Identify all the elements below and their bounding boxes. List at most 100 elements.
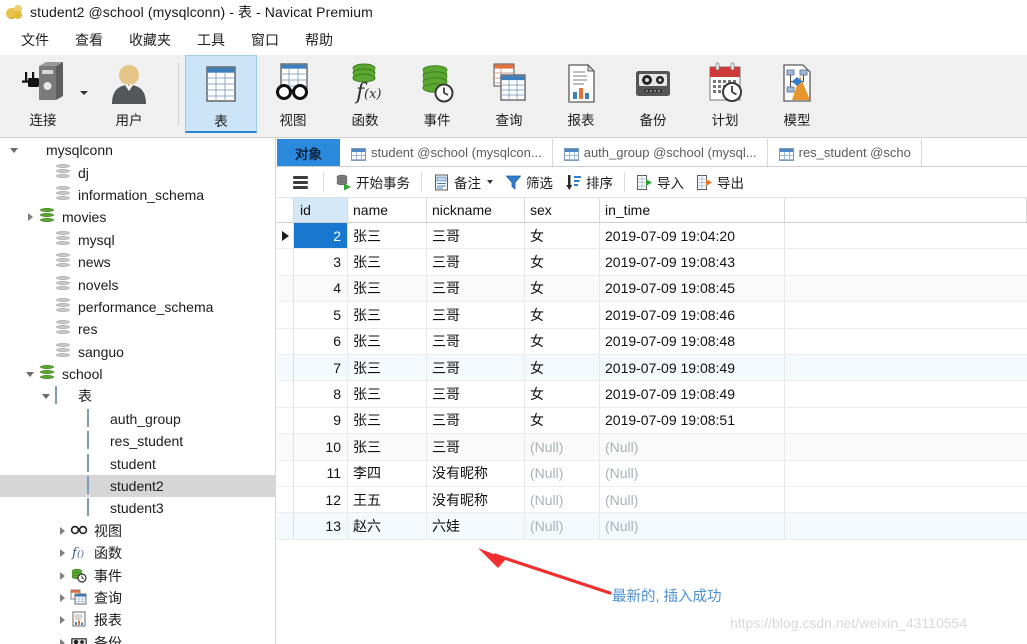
sort-button[interactable]: 排序: [559, 170, 619, 194]
chevron-right-icon[interactable]: [54, 609, 70, 631]
row-marker-cell[interactable]: [277, 381, 294, 407]
table-row[interactable]: 11 李四 没有昵称 (Null) (Null): [277, 460, 1027, 487]
cell-id[interactable]: 12: [294, 486, 348, 513]
row-marker-cell[interactable]: [277, 486, 294, 513]
cell-id[interactable]: 11: [294, 460, 348, 486]
ribbon-function[interactable]: f (x) 函数: [329, 55, 401, 133]
menu-tools[interactable]: 工具: [184, 27, 238, 53]
row-marker-cell[interactable]: [277, 302, 294, 328]
row-marker-cell[interactable]: [277, 407, 294, 434]
cell-nickname[interactable]: 没有昵称: [427, 486, 525, 513]
note-button[interactable]: 备注: [427, 170, 499, 194]
cell-sex[interactable]: 女: [525, 381, 600, 407]
table-row[interactable]: 2 张三 三哥女 2019-07-09 19:04:20: [277, 223, 1027, 250]
row-marker-cell[interactable]: [277, 434, 294, 460]
row-marker-cell[interactable]: [277, 249, 294, 275]
sidebar-item-mysqlconn[interactable]: mysqlconn: [0, 139, 275, 161]
tab-auth-group[interactable]: auth_group @school (mysql...: [553, 139, 768, 166]
cell-in-time[interactable]: 2019-07-09 19:08:49: [600, 354, 785, 381]
chevron-right-icon[interactable]: [54, 587, 70, 609]
cell-nickname[interactable]: 三哥: [427, 328, 525, 354]
sidebar-item-res[interactable]: res: [0, 318, 275, 340]
cell-id[interactable]: 8: [294, 381, 348, 407]
cell-name[interactable]: 张三: [348, 249, 427, 275]
sidebar-item-movies[interactable]: movies: [0, 206, 275, 228]
cell-name[interactable]: 王五: [348, 486, 427, 513]
ribbon-event[interactable]: 事件: [401, 55, 473, 133]
sidebar-item-school[interactable]: school: [0, 363, 275, 385]
cell-nickname[interactable]: 三哥: [427, 302, 525, 328]
cell-name[interactable]: 张三: [348, 328, 427, 354]
chevron-right-icon[interactable]: [54, 565, 70, 587]
chevron-down-icon[interactable]: [38, 385, 54, 407]
data-grid[interactable]: id name nickname sex in_time 2 张三 三哥女 2019-…: [277, 198, 1027, 540]
cell-nickname[interactable]: 三哥: [427, 223, 525, 249]
sidebar-item-dj[interactable]: dj: [0, 161, 275, 183]
row-marker-cell[interactable]: [277, 460, 294, 486]
chevron-right-icon[interactable]: [22, 206, 38, 228]
cell-in-time[interactable]: (Null): [600, 486, 785, 513]
row-marker-cell[interactable]: [277, 275, 294, 302]
export-button[interactable]: 导出: [690, 170, 750, 194]
cell-id[interactable]: 10: [294, 434, 348, 460]
ribbon-model[interactable]: 模型: [761, 55, 833, 133]
row-marker-cell[interactable]: [277, 513, 294, 539]
cell-nickname[interactable]: 六娃: [427, 513, 525, 539]
cell-id[interactable]: 6: [294, 328, 348, 354]
filter-button[interactable]: 筛选: [499, 170, 559, 194]
table-row[interactable]: 3 张三 三哥女 2019-07-09 19:08:43: [277, 249, 1027, 276]
column-header-sex[interactable]: sex: [525, 198, 600, 222]
table-row[interactable]: 7 张三 三哥女 2019-07-09 19:08:49: [277, 354, 1027, 382]
sidebar-item--[interactable]: 报表: [0, 609, 275, 631]
sidebar-item--[interactable]: 事件: [0, 564, 275, 586]
table-row[interactable]: 9 张三 三哥女 2019-07-09 19:08:51: [277, 407, 1027, 435]
cell-sex[interactable]: 女: [525, 354, 600, 381]
cell-in-time[interactable]: (Null): [600, 460, 785, 486]
row-marker-cell[interactable]: [277, 354, 294, 381]
menu-file[interactable]: 文件: [8, 27, 62, 53]
chevron-down-icon[interactable]: [487, 180, 493, 184]
cell-nickname[interactable]: 三哥: [427, 354, 525, 381]
cell-name[interactable]: 张三: [348, 381, 427, 407]
ribbon-schedule[interactable]: 计划: [689, 55, 761, 133]
cell-nickname[interactable]: 三哥: [427, 275, 525, 302]
sidebar-item-information_schema[interactable]: information_schema: [0, 184, 275, 206]
cell-id[interactable]: 5: [294, 302, 348, 328]
sidebar-item--[interactable]: f() 函数: [0, 542, 275, 564]
cell-sex[interactable]: (Null): [525, 513, 600, 539]
tab-res-student[interactable]: res_student @scho: [768, 139, 922, 166]
cell-nickname[interactable]: 三哥: [427, 434, 525, 460]
cell-sex[interactable]: 女: [525, 223, 600, 249]
table-row[interactable]: 6 张三 三哥女 2019-07-09 19:08:48: [277, 328, 1027, 355]
ribbon-query[interactable]: 查询: [473, 55, 545, 133]
sidebar-item-mysql[interactable]: mysql: [0, 229, 275, 251]
cell-name[interactable]: 张三: [348, 275, 427, 302]
chevron-down-icon[interactable]: [6, 139, 22, 161]
cell-sex[interactable]: (Null): [525, 460, 600, 486]
menu-window[interactable]: 窗口: [238, 27, 292, 53]
cell-in-time[interactable]: (Null): [600, 513, 785, 539]
cell-sex[interactable]: 女: [525, 249, 600, 275]
import-button[interactable]: 导入: [630, 170, 690, 194]
row-marker-cell[interactable]: [277, 223, 294, 249]
cell-sex[interactable]: 女: [525, 275, 600, 302]
cell-id[interactable]: 2: [294, 223, 348, 249]
cell-in-time[interactable]: 2019-07-09 19:08:45: [600, 275, 785, 302]
sidebar-item-auth_group[interactable]: auth_group: [0, 408, 275, 430]
sidebar-item--[interactable]: 查询: [0, 587, 275, 609]
ribbon-user[interactable]: 用户: [86, 55, 172, 133]
cell-in-time[interactable]: 2019-07-09 19:08:48: [600, 328, 785, 354]
cell-name[interactable]: 张三: [348, 302, 427, 328]
cell-name[interactable]: 张三: [348, 223, 427, 249]
sidebar-item-performance_schema[interactable]: performance_schema: [0, 296, 275, 318]
cell-name[interactable]: 张三: [348, 354, 427, 381]
cell-in-time[interactable]: 2019-07-09 19:08:51: [600, 407, 785, 434]
sidebar-item-novels[interactable]: novels: [0, 273, 275, 295]
cell-name[interactable]: 赵六: [348, 513, 427, 539]
cell-id[interactable]: 4: [294, 275, 348, 302]
cell-sex[interactable]: (Null): [525, 486, 600, 513]
cell-in-time[interactable]: 2019-07-09 19:04:20: [600, 223, 785, 249]
menu-help[interactable]: 帮助: [292, 27, 346, 53]
table-row[interactable]: 12 王五 没有昵称 (Null) (Null): [277, 486, 1027, 514]
table-row[interactable]: 4 张三 三哥女 2019-07-09 19:08:45: [277, 275, 1027, 303]
